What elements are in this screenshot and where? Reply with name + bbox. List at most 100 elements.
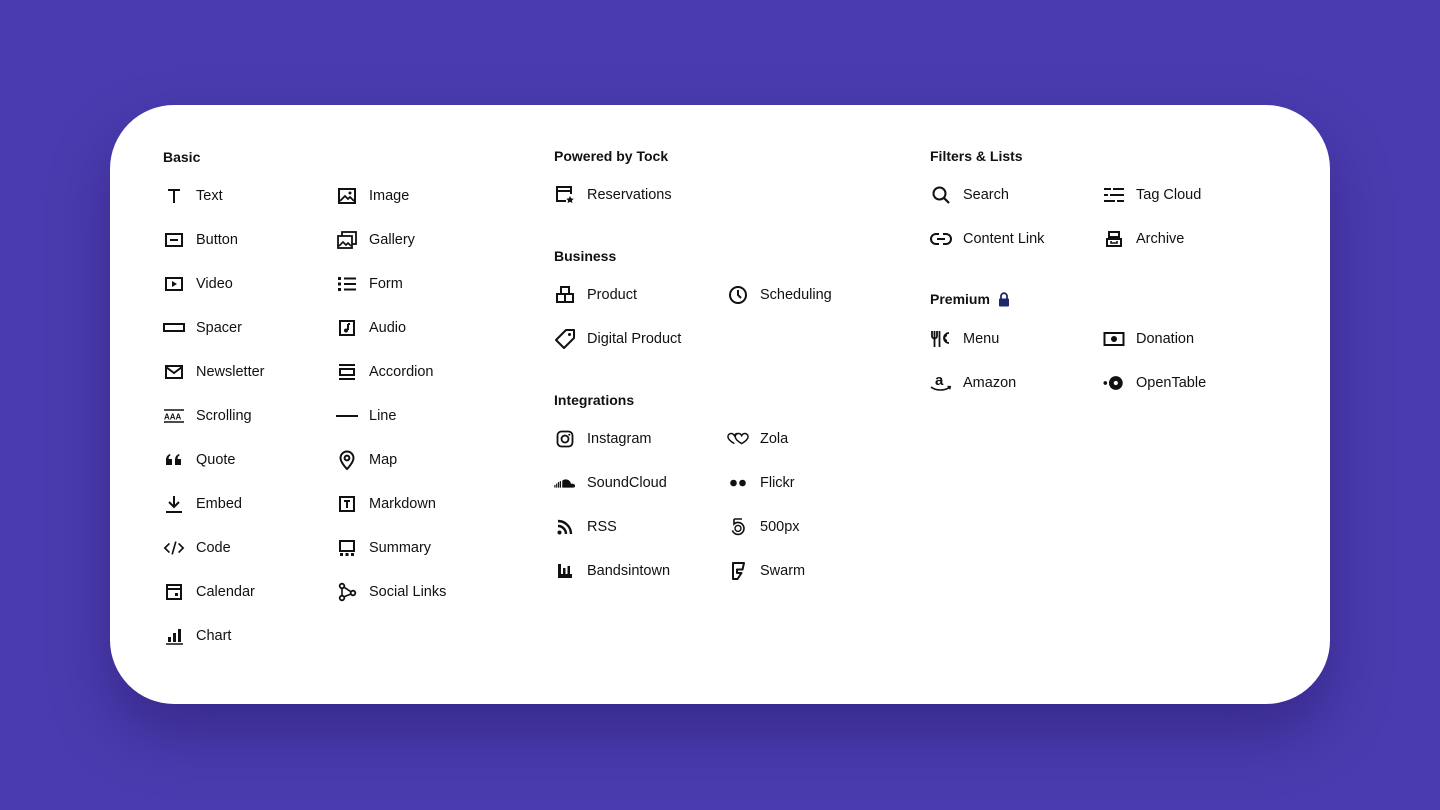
block-search[interactable]: Search (930, 183, 1009, 207)
block-chart[interactable]: Chart (163, 624, 231, 648)
block-instagram-label: Instagram (587, 431, 652, 447)
block-500px[interactable]: 500px (727, 515, 800, 539)
bandsintown-icon (554, 560, 576, 582)
heading-premium: Premium (930, 291, 1010, 307)
block-image[interactable]: Image (336, 184, 409, 208)
block-gallery[interactable]: Gallery (336, 228, 415, 252)
line-icon (336, 405, 358, 427)
block-opentable-label: OpenTable (1136, 375, 1207, 391)
block-scheduling[interactable]: Scheduling (727, 283, 832, 307)
block-accordion[interactable]: Accordion (336, 360, 433, 384)
block-video-label: Video (196, 276, 233, 292)
block-line[interactable]: Line (336, 404, 396, 428)
swarm-icon (727, 560, 749, 582)
block-markdown-label: Markdown (369, 496, 436, 512)
block-bandsintown[interactable]: Bandsintown (554, 559, 670, 583)
heading-basic: Basic (163, 149, 201, 165)
block-flickr[interactable]: Flickr (727, 471, 795, 495)
block-archive[interactable]: Archive (1103, 227, 1184, 251)
clock-icon (727, 284, 749, 306)
block-quote-label: Quote (196, 452, 236, 468)
block-summary[interactable]: Summary (336, 536, 431, 560)
block-text-label: Text (196, 188, 223, 204)
block-audio[interactable]: Audio (336, 316, 406, 340)
block-zola[interactable]: Zola (727, 427, 788, 451)
soundcloud-icon (554, 472, 576, 494)
block-quote[interactable]: Quote (163, 448, 236, 472)
block-image-label: Image (369, 188, 410, 204)
heading-integrations: Integrations (554, 392, 635, 408)
block-gallery-label: Gallery (369, 232, 415, 248)
scrolling-icon: AAA (163, 405, 185, 427)
block-flickr-label: Flickr (760, 475, 795, 491)
block-calendar[interactable]: Calendar (163, 580, 255, 604)
block-soundcloud[interactable]: SoundCloud (554, 471, 667, 495)
block-donation[interactable]: Donation (1103, 327, 1194, 351)
product-icon (554, 284, 576, 306)
block-menu[interactable]: Menu (930, 327, 999, 351)
block-social-links[interactable]: Social Links (336, 580, 446, 604)
block-button[interactable]: Button (163, 228, 238, 252)
block-instagram[interactable]: Instagram (554, 427, 651, 451)
embed-icon (163, 493, 185, 515)
summary-icon (336, 537, 358, 559)
block-video[interactable]: Video (163, 272, 233, 296)
image-icon (336, 185, 358, 207)
heading-business: Business (554, 248, 617, 264)
block-donation-label: Donation (1136, 331, 1195, 347)
block-archive-label: Archive (1136, 231, 1185, 247)
markdown-icon (336, 493, 358, 515)
block-reservations[interactable]: Reservations (554, 183, 672, 207)
premium-title: Premium (930, 291, 990, 307)
block-digital-product[interactable]: Digital Product (554, 327, 681, 351)
block-rss-label: RSS (587, 519, 617, 535)
block-spacer-label: Spacer (196, 320, 242, 336)
form-icon (336, 273, 358, 295)
block-picker-panel: Basic Text Button Video Spacer Newslette… (110, 105, 1330, 704)
donation-icon (1103, 328, 1125, 350)
block-summary-label: Summary (369, 540, 432, 556)
block-tag-cloud[interactable]: Tag Cloud (1103, 183, 1201, 207)
button-icon (163, 229, 185, 251)
spacer-icon (163, 317, 185, 339)
block-content-link-label: Content Link (963, 231, 1045, 247)
gallery-icon (336, 229, 358, 251)
amazon-icon: a (930, 372, 952, 394)
block-map[interactable]: Map (336, 448, 397, 472)
block-swarm[interactable]: Swarm (727, 559, 805, 583)
block-code-label: Code (196, 540, 231, 556)
accordion-icon (336, 361, 358, 383)
block-tag-cloud-label: Tag Cloud (1136, 187, 1202, 203)
block-scrolling[interactable]: AAA Scrolling (163, 404, 252, 428)
block-form[interactable]: Form (336, 272, 403, 296)
block-amazon-label: Amazon (963, 375, 1017, 391)
rss-icon (554, 516, 576, 538)
block-search-label: Search (963, 187, 1009, 203)
block-scheduling-label: Scheduling (760, 287, 832, 303)
block-map-label: Map (369, 452, 398, 468)
lock-icon (998, 291, 1010, 307)
search-icon (930, 184, 952, 206)
social-links-icon (336, 581, 358, 603)
block-amazon[interactable]: a Amazon (930, 371, 1016, 395)
block-social-links-label: Social Links (369, 584, 447, 600)
map-pin-icon (336, 449, 358, 471)
block-text[interactable]: Text (163, 184, 223, 208)
block-form-label: Form (369, 276, 403, 292)
block-rss[interactable]: RSS (554, 515, 617, 539)
block-accordion-label: Accordion (369, 364, 434, 380)
block-opentable[interactable]: OpenTable (1103, 371, 1206, 395)
block-embed[interactable]: Embed (163, 492, 242, 516)
block-soundcloud-label: SoundCloud (587, 475, 667, 491)
block-code[interactable]: Code (163, 536, 231, 560)
block-newsletter[interactable]: Newsletter (163, 360, 265, 384)
block-spacer[interactable]: Spacer (163, 316, 242, 340)
block-markdown[interactable]: Markdown (336, 492, 436, 516)
block-swarm-label: Swarm (760, 563, 806, 579)
block-button-label: Button (196, 232, 238, 248)
block-product[interactable]: Product (554, 283, 637, 307)
tag-cloud-icon (1103, 184, 1125, 206)
archive-icon (1103, 228, 1125, 250)
video-icon (163, 273, 185, 295)
block-content-link[interactable]: Content Link (930, 227, 1044, 251)
